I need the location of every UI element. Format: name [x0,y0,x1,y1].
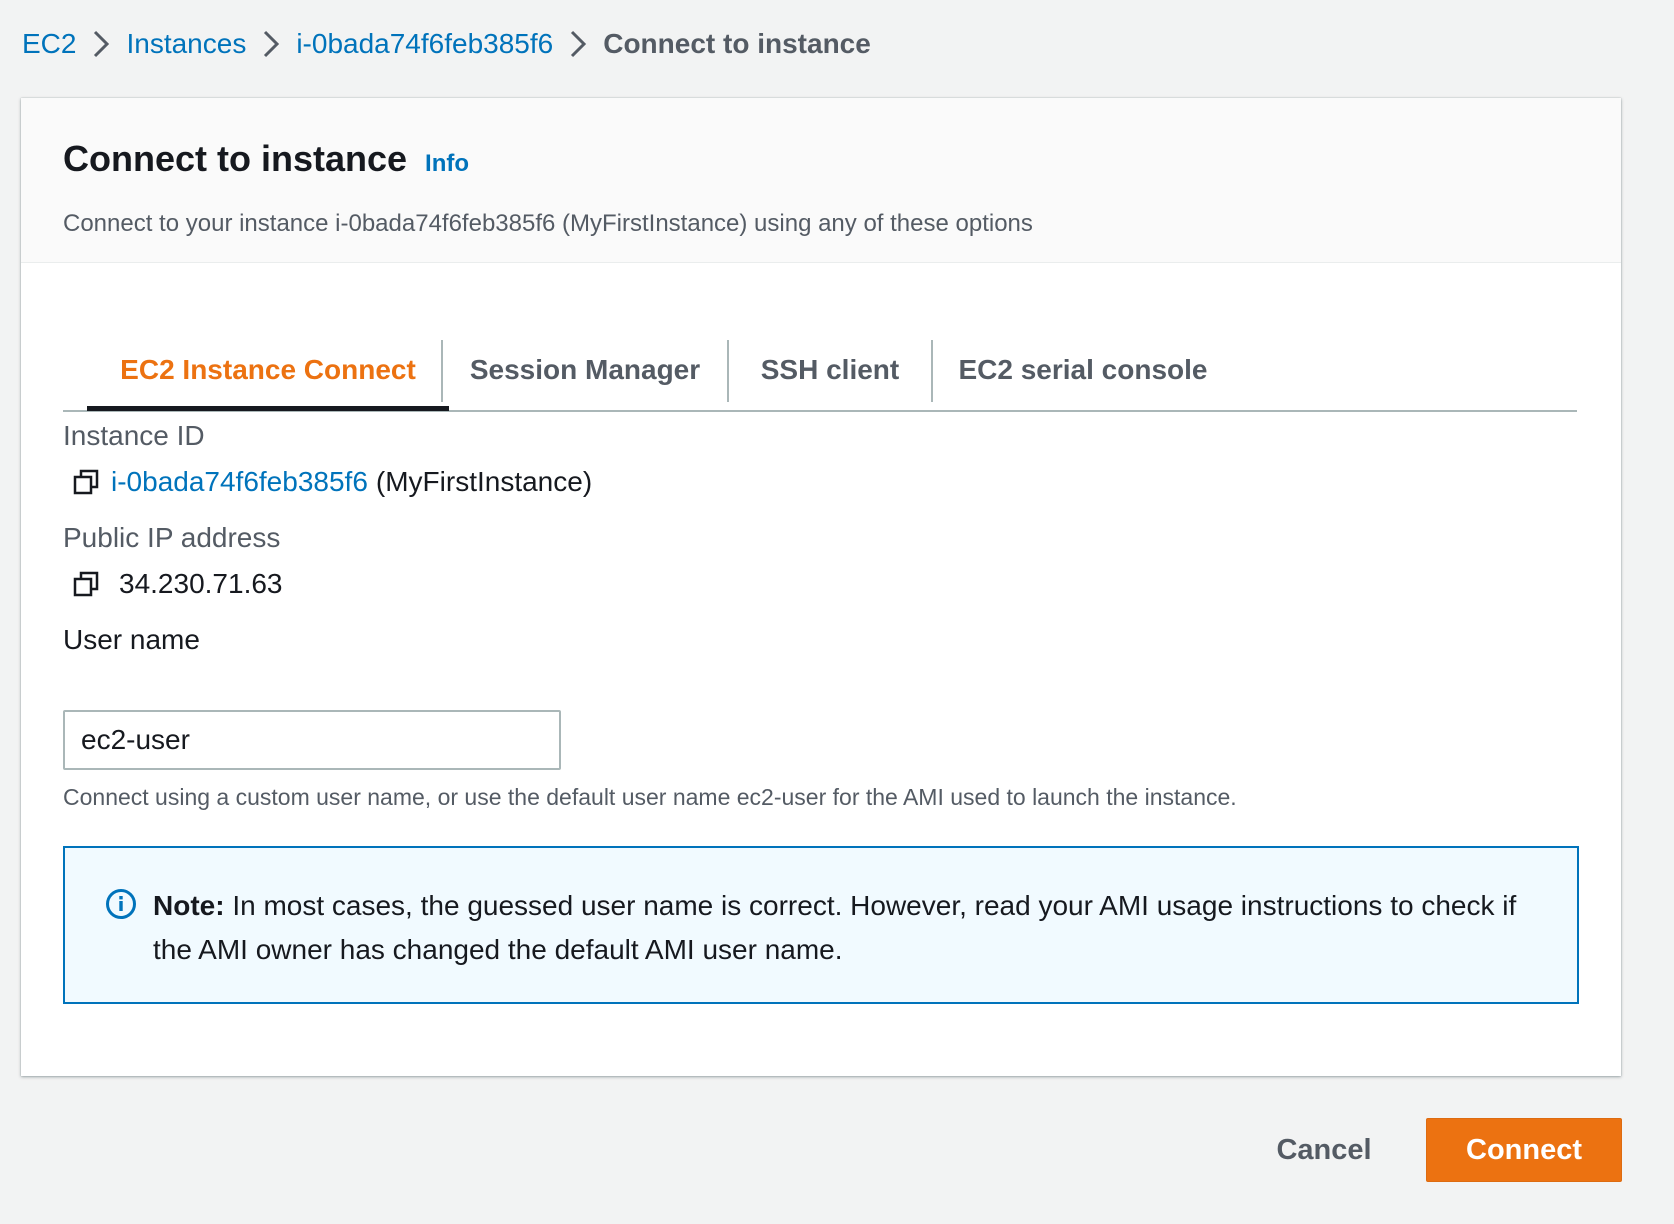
user-name-input[interactable] [63,710,561,770]
instance-id-link[interactable]: i-0bada74f6feb385f6 [111,466,368,498]
info-link[interactable]: Info [425,150,469,178]
copy-icon[interactable] [71,569,101,599]
connection-tabs: EC2 Instance Connect Session Manager SSH… [63,318,1577,412]
note-alert: Note: In most cases, the guessed user na… [63,846,1579,1004]
instance-name: (MyFirstInstance) [375,466,593,497]
page-title-row: Connect to instance Info [63,138,469,180]
user-name-label: User name [63,624,200,655]
chevron-right-icon [246,29,296,59]
public-ip-row: 34.230.71.63 [71,564,283,604]
info-circle-icon [105,888,137,920]
page-title: Connect to instance [63,138,408,179]
breadcrumb-instance-id-link[interactable]: i-0bada74f6feb385f6 [296,28,553,60]
connect-button[interactable]: Connect [1426,1118,1622,1182]
breadcrumb-instances-link[interactable]: Instances [126,28,246,60]
chevron-right-icon [76,29,126,59]
tab-ec2-serial-console[interactable]: EC2 serial console [933,340,1233,400]
note-label: Note: [153,890,225,921]
breadcrumb-current: Connect to instance [603,28,871,59]
chevron-right-icon [553,29,603,59]
tab-ec2-instance-connect[interactable]: EC2 Instance Connect [87,340,449,400]
user-name-help-text: Connect using a custom user name, or use… [63,784,1237,810]
note-body: In most cases, the guessed user name is … [153,890,1517,965]
page-description: Connect to your instance i-0bada74f6feb3… [63,210,1033,237]
panel-header: Connect to instance Info Connect to your… [21,98,1621,263]
active-tab-indicator [87,406,449,411]
cancel-button[interactable]: Cancel [1264,1118,1384,1182]
connect-panel: Connect to instance Info Connect to your… [21,98,1621,1076]
instance-id-row: i-0bada74f6feb385f6 (MyFirstInstance) [71,462,592,502]
tab-ssh-client[interactable]: SSH client [729,340,931,400]
tab-session-manager[interactable]: Session Manager [443,340,727,400]
public-ip-label: Public IP address [63,522,281,553]
note-text: Note: In most cases, the guessed user na… [153,884,1533,972]
public-ip-value: 34.230.71.63 [119,568,283,599]
breadcrumb-ec2-link[interactable]: EC2 [22,28,76,60]
copy-icon[interactable] [71,467,101,497]
instance-id-label: Instance ID [63,420,205,451]
breadcrumb: EC2 Instances i-0bada74f6feb385f6 Connec… [22,24,871,64]
